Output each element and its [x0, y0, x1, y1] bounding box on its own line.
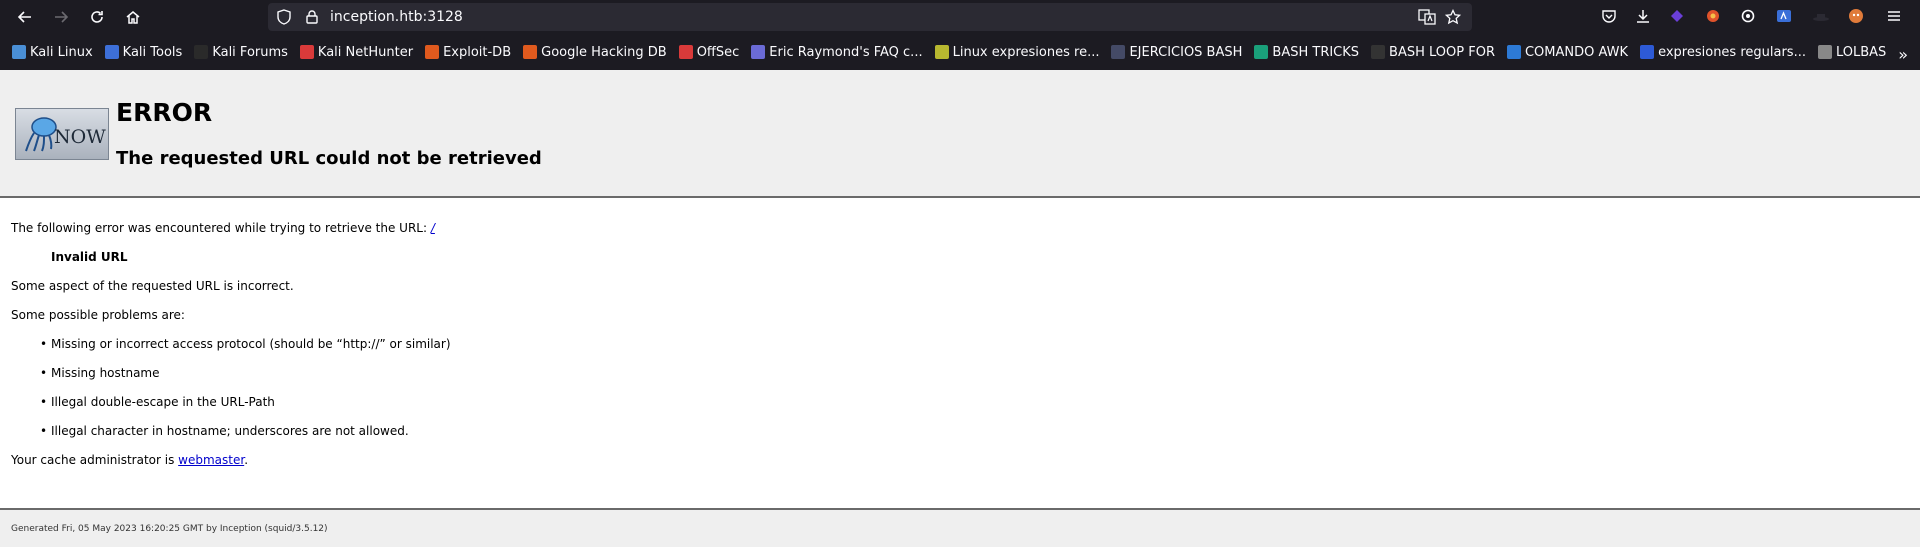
- pocket-icon[interactable]: [1601, 8, 1617, 28]
- extension-purple-icon[interactable]: [1669, 8, 1685, 28]
- bookmark-label: EJERCICIOS BASH: [1129, 44, 1243, 60]
- bookmark-label: Kali Linux: [30, 44, 93, 60]
- bookmark-item[interactable]: Exploit-DB: [425, 45, 511, 60]
- menu-icon[interactable]: [1886, 8, 1902, 28]
- bookmarks-bar: Kali Linux Kali Tools Kali Forums Kali NetH…: [0, 34, 1920, 71]
- bookmark-item[interactable]: EJERCICIOS BASH: [1111, 45, 1242, 60]
- bookmark-label: Kali NetHunter: [317, 44, 414, 60]
- bookmark-favicon-icon: [1506, 45, 1521, 59]
- forward-button[interactable]: [46, 2, 76, 32]
- bookmark-label: BASH LOOP FOR: [1389, 44, 1495, 60]
- bookmark-item[interactable]: Google Hacking DB: [523, 45, 667, 60]
- bookmark-item[interactable]: LOLBAS: [1817, 44, 1887, 60]
- bookmark-item[interactable]: OffSec: [678, 44, 740, 60]
- bookmark-favicon-icon: [523, 45, 538, 59]
- bookmark-favicon-icon: [299, 45, 314, 59]
- error-name: Invalid URL: [51, 250, 128, 264]
- bookmark-item[interactable]: Kali Forums: [194, 45, 288, 60]
- admin-prefix: Your cache administrator is: [11, 453, 179, 467]
- downloads-icon[interactable]: [1635, 8, 1651, 28]
- forward-arrow-icon: [55, 11, 69, 23]
- bookmark-favicon-icon: [104, 45, 119, 59]
- admin-suffix: .: [244, 453, 249, 467]
- bookmark-item[interactable]: Linux expresiones re...: [934, 44, 1100, 60]
- bookmark-favicon-icon: [1640, 45, 1655, 59]
- bookmarks-overflow-button[interactable]: »: [1898, 45, 1908, 64]
- bookmark-label: Google Hacking DB: [541, 44, 667, 60]
- squid-logo: NOW: [15, 108, 109, 160]
- logo-text: NOW: [54, 126, 106, 148]
- bookmark-item[interactable]: expresiones regulars...: [1640, 45, 1806, 60]
- bookmark-favicon-icon: [12, 45, 26, 59]
- bullet: •: [40, 395, 48, 409]
- extension-avatar-icon[interactable]: [1848, 8, 1864, 28]
- bookmark-label: OffSec: [696, 44, 740, 60]
- page-footer: Generated Fri, 05 May 2023 16:20:25 GMT …: [0, 510, 1920, 547]
- bookmark-favicon-icon: [1371, 45, 1386, 59]
- bookmark-label: Kali Tools: [122, 44, 183, 60]
- bookmark-label: Kali Forums: [212, 44, 288, 60]
- bookmark-label: Linux expresiones re...: [952, 44, 1100, 60]
- page-subtitle: The requested URL could not be retrieved: [116, 148, 542, 169]
- problems-heading: Some possible problems are:: [11, 308, 185, 322]
- page-content: NOW ERROR The requested URL could not be…: [0, 70, 1920, 547]
- shield-icon[interactable]: [276, 9, 292, 29]
- error-header: NOW ERROR The requested URL could not be…: [0, 70, 1920, 198]
- bookmark-star-icon[interactable]: [1444, 8, 1462, 29]
- bookmark-item[interactable]: Eric Raymond's FAQ c...: [751, 44, 923, 60]
- page-title: ERROR: [116, 98, 213, 127]
- error-description: Some aspect of the requested URL is inco…: [11, 279, 294, 293]
- bookmark-item[interactable]: BASH LOOP FOR: [1371, 45, 1495, 60]
- bookmark-favicon-icon: [678, 45, 693, 59]
- extension-hat-icon[interactable]: [1812, 8, 1830, 28]
- bookmark-favicon-icon: [194, 45, 209, 59]
- admin-line: Your cache administrator is webmaster.: [11, 453, 248, 467]
- home-icon: [126, 11, 140, 24]
- lock-icon[interactable]: [304, 9, 320, 29]
- list-item: Missing hostname: [51, 366, 160, 380]
- bookmark-label: Exploit-DB: [443, 44, 512, 60]
- bullet: •: [40, 424, 48, 438]
- reload-button[interactable]: [82, 2, 112, 32]
- list-item: Illegal character in hostname; underscor…: [51, 424, 409, 438]
- requested-url-link[interactable]: /: [431, 221, 435, 235]
- bookmark-favicon-icon: [1817, 45, 1832, 59]
- bookmark-favicon-icon: [1111, 45, 1126, 59]
- bookmark-item[interactable]: BASH TRICKS: [1254, 45, 1359, 60]
- bookmark-favicon-icon: [425, 45, 440, 59]
- url-bar[interactable]: inception.htb:3128: [268, 3, 1472, 31]
- bookmark-favicon-icon: [934, 45, 949, 59]
- bookmark-label: LOLBAS: [1835, 44, 1887, 60]
- extension-translate-icon[interactable]: [1776, 8, 1792, 28]
- list-item: Illegal double-escape in the URL-Path: [51, 395, 275, 409]
- back-arrow-icon: [17, 11, 31, 23]
- back-button[interactable]: [10, 2, 40, 32]
- translate-icon[interactable]: [1418, 9, 1436, 29]
- bookmark-label: COMANDO AWK: [1524, 44, 1629, 60]
- webmaster-link[interactable]: webmaster: [178, 453, 244, 467]
- reload-icon: [91, 11, 103, 23]
- intro-text: The following error was encountered whil…: [11, 221, 431, 235]
- intro-line: The following error was encountered whil…: [11, 221, 435, 235]
- footer-text: Generated Fri, 05 May 2023 16:20:25 GMT …: [11, 524, 328, 534]
- bookmark-item[interactable]: Kali NetHunter: [299, 44, 414, 60]
- bullet: •: [40, 366, 48, 380]
- extension-orange-icon[interactable]: [1705, 8, 1721, 28]
- url-text[interactable]: inception.htb:3128: [330, 3, 463, 31]
- bookmark-favicon-icon: [1254, 45, 1269, 59]
- extension-gear-icon[interactable]: [1740, 8, 1756, 28]
- bookmark-item[interactable]: Kali Tools: [104, 44, 183, 60]
- home-button[interactable]: [118, 2, 148, 32]
- bookmark-item[interactable]: Kali Linux: [12, 45, 93, 60]
- bookmark-label: expresiones regulars...: [1658, 44, 1806, 60]
- bookmark-favicon-icon: [751, 45, 766, 59]
- bookmark-label: Eric Raymond's FAQ c...: [769, 44, 923, 60]
- bookmark-item[interactable]: COMANDO AWK: [1506, 44, 1629, 60]
- list-item: Missing or incorrect access protocol (sh…: [51, 337, 451, 351]
- browser-toolbar: inception.htb:3128: [0, 0, 1920, 34]
- bullet: •: [40, 337, 48, 351]
- bookmark-label: BASH TRICKS: [1272, 44, 1360, 60]
